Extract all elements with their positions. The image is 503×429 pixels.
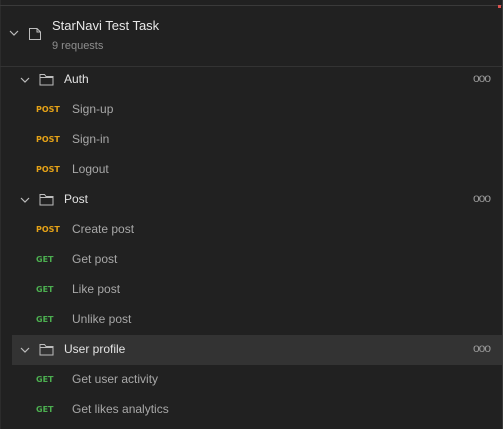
request-name: Get post <box>72 252 118 266</box>
folder-name: Post <box>64 192 89 206</box>
folder-name: Auth <box>64 72 89 86</box>
request-name: Get user activity <box>72 372 159 386</box>
collection-request-count: 9 requests <box>52 40 104 52</box>
method-badge: GET <box>36 315 54 324</box>
request-row[interactable]: GET Get user activity <box>0 365 502 395</box>
more-options-icon[interactable]: ooo <box>473 191 491 205</box>
folder-row[interactable]: User profile ooo <box>12 335 502 365</box>
method-badge: GET <box>36 255 54 264</box>
more-options-icon[interactable]: ooo <box>473 341 491 355</box>
collection-sidebar: StarNavi Test Task 9 requests Auth ooo POS… <box>0 0 503 429</box>
request-name: Logout <box>72 162 109 176</box>
request-row[interactable]: POST Sign-in <box>0 125 502 155</box>
request-name: Unlike post <box>72 312 132 326</box>
method-badge: GET <box>36 405 54 414</box>
chevron-down-icon[interactable] <box>20 195 30 205</box>
folder-row[interactable]: Auth ooo <box>0 65 502 95</box>
folder-icon <box>39 193 54 206</box>
request-row[interactable]: POST Sign-up <box>0 95 502 125</box>
request-name: Like post <box>72 282 121 296</box>
chevron-down-icon[interactable] <box>20 345 30 355</box>
folder-icon <box>39 73 54 86</box>
method-badge: GET <box>36 375 54 384</box>
method-badge: POST <box>36 135 60 144</box>
request-row[interactable]: GET Like post <box>0 275 502 305</box>
chevron-down-icon[interactable] <box>20 75 30 85</box>
request-name: Sign-up <box>72 102 114 116</box>
method-badge: POST <box>36 225 60 234</box>
request-row[interactable]: GET Get likes analytics <box>0 395 502 425</box>
request-name: Get likes analytics <box>72 402 169 416</box>
request-row[interactable]: POST Create post <box>0 215 502 245</box>
collection-icon <box>28 27 42 41</box>
chevron-down-icon[interactable] <box>9 28 19 38</box>
request-name: Create post <box>72 222 135 236</box>
folder-name: User profile <box>64 342 126 356</box>
method-badge: POST <box>36 165 60 174</box>
collection-header[interactable]: StarNavi Test Task 9 requests <box>0 6 502 67</box>
folder-row[interactable]: Post ooo <box>0 185 502 215</box>
collection-name: StarNavi Test Task <box>52 18 160 33</box>
more-options-icon[interactable]: ooo <box>473 71 491 85</box>
request-row[interactable]: GET Get post <box>0 245 502 275</box>
request-row[interactable]: GET Unlike post <box>0 305 502 335</box>
request-row[interactable]: POST Logout <box>0 155 502 185</box>
method-badge: POST <box>36 105 60 114</box>
request-name: Sign-in <box>72 132 110 146</box>
method-badge: GET <box>36 285 54 294</box>
folder-icon <box>39 343 54 356</box>
